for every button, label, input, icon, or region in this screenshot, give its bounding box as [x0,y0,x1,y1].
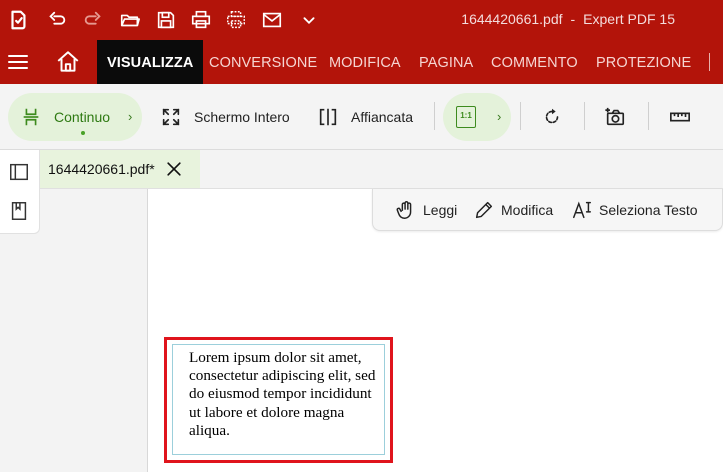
rotate-icon [545,108,559,124]
snapshot-button[interactable] [604,93,626,141]
ribbon-overflow-button[interactable] [709,53,723,71]
chevron-down-icon[interactable] [295,6,323,34]
text-box-annotation[interactable]: Lorem ipsum dolor sit amet, consectetur … [172,344,385,455]
schermo-intero-button[interactable]: Schermo Intero [160,93,290,141]
mode-leggi-label: Leggi [423,202,458,218]
home-icon[interactable] [55,49,81,75]
print-icon[interactable] [187,6,215,34]
document-tab-label: 1644420661.pdf* [48,161,155,177]
camera-plus-icon [605,107,625,126]
mode-modifica-label: Modifica [501,202,554,218]
undo-icon[interactable] [43,6,71,34]
tab-protezione[interactable]: PROTEZIONE [596,40,691,84]
text-select-icon [573,201,591,219]
open-folder-icon[interactable] [116,6,144,34]
schermo-intero-label: Schermo Intero [194,109,290,125]
ribbon-tab-bar: VISUALIZZA CONVERSIONE MODIFICA PAGINA C… [0,40,723,84]
actual-size-chevron-icon[interactable]: › [497,109,501,124]
email-icon[interactable] [258,6,286,34]
active-indicator-dot [81,131,85,135]
tab-commento[interactable]: COMMENTO [491,40,578,84]
interaction-mode-bar: Leggi Modifica Seleziona Testo [372,189,723,231]
tab-visualizza[interactable]: VISUALIZZA [97,40,204,84]
title-bar: 1644420661.pdf - Expert PDF 15 [0,0,723,40]
batch-print-icon[interactable] [222,6,250,34]
tab-pagina[interactable]: PAGINA [419,40,473,84]
toolbar-separator [434,102,435,130]
ruler-icon [670,112,690,122]
tab-modifica[interactable]: MODIFICA [329,40,401,84]
rotate-button[interactable] [541,93,563,141]
toolbar-separator [648,102,649,130]
toolbar-separator [584,102,585,130]
bookmark-icon[interactable] [8,200,30,222]
continuo-label: Continuo [54,109,111,125]
mode-modifica[interactable]: Modifica [473,189,553,231]
continuous-scroll-icon [23,108,39,126]
side-by-side-icon [319,108,337,126]
panel-toggle-icon[interactable] [8,161,30,183]
window-title: 1644420661.pdf - Expert PDF 15 [461,11,675,27]
toolbar-separator [520,102,521,130]
left-side-panel [0,150,40,234]
menu-icon[interactable] [6,50,30,74]
view-toolbar: Continuo › Schermo Intero Affiancata 1:1… [0,84,723,150]
tab-conversione[interactable]: CONVERSIONE [209,40,317,84]
document-tab[interactable]: 1644420661.pdf* [40,150,200,188]
title-app-name: Expert PDF 15 [583,11,675,27]
affiancata-button[interactable]: Affiancata [317,93,413,141]
continuo-label-group[interactable]: Continuo [20,93,110,141]
affiancata-label: Affiancata [351,109,414,125]
save-icon[interactable] [152,6,180,34]
title-filename: 1644420661.pdf [461,11,563,27]
hand-icon [396,201,412,219]
continuo-chevron-icon[interactable]: › [128,109,132,124]
close-icon[interactable] [164,159,184,179]
mode-seleziona-testo[interactable]: Seleziona Testo [571,189,698,231]
mode-seleziona-testo-label: Seleziona Testo [599,202,698,218]
redo-icon[interactable] [79,6,107,34]
fullscreen-icon [162,108,180,126]
pencil-icon [475,201,493,219]
mode-leggi[interactable]: Leggi [395,189,457,231]
app-logo-icon [4,6,32,34]
actual-size-icon: 1:1 [456,106,476,128]
title-separator: - [570,11,576,27]
measure-button[interactable] [669,93,691,141]
